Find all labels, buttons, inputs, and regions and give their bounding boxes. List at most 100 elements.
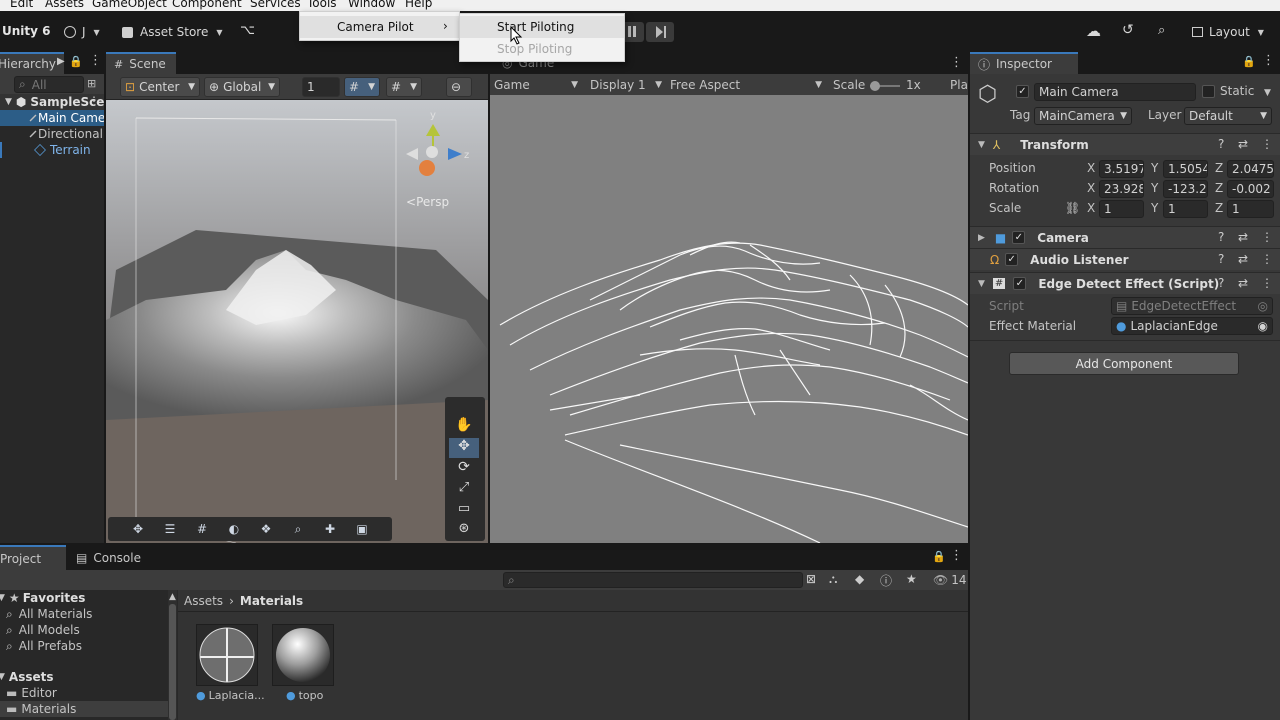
scale-y-field[interactable]: 1 — [1163, 200, 1208, 218]
breadcrumb-assets[interactable]: Assets — [184, 594, 223, 608]
assets-folder-row[interactable]: ▼ Assets — [0, 669, 168, 685]
version-control-icon[interactable]: ⌥ — [240, 23, 255, 38]
help-icon[interactable]: ? — [1218, 276, 1224, 290]
aspect-dropdown[interactable]: Free Aspect ▼ — [670, 76, 822, 93]
static-checkbox[interactable]: ✓ — [1202, 85, 1215, 98]
asset-topo-material[interactable]: ● topo — [272, 624, 334, 704]
position-x-field[interactable]: 3.51976 — [1099, 160, 1144, 178]
project-search-input[interactable]: ⌕ — [503, 572, 803, 588]
grid-icon[interactable]: # — [186, 522, 218, 536]
tag-icon[interactable]: ◆ — [855, 572, 864, 586]
move-icon[interactable]: ✥ — [122, 522, 154, 536]
scale-slider[interactable] — [870, 81, 900, 91]
active-checkbox[interactable]: ✓ — [1016, 85, 1029, 98]
rotate-tool-icon[interactable]: ⟳ — [449, 459, 479, 479]
asset-store-button[interactable]: Asset Store ▼ — [122, 23, 223, 41]
camera-component-header[interactable]: ▶ ■ ✓ Camera ? ⇄ ⋮ — [970, 226, 1280, 248]
snap-increment-input[interactable]: 1 — [302, 77, 340, 97]
tag-dropdown[interactable]: MainCamera ▼ — [1034, 107, 1132, 125]
asset-laplacian-material[interactable]: ● Laplacia... — [196, 624, 265, 704]
hidden-packages-toggle[interactable]: 👁 14 — [933, 573, 967, 587]
favorite-all-models[interactable]: ⌕ All Models — [0, 622, 168, 638]
menu-services[interactable]: Services — [250, 0, 301, 10]
display-dropdown[interactable]: Display 1 ▼ — [590, 76, 662, 93]
effect-material-field[interactable]: ● LaplacianEdge ◉ — [1111, 317, 1273, 335]
preset-icon[interactable]: ⇄ — [1238, 230, 1248, 244]
account-dropdown[interactable]: J ▼ — [64, 23, 100, 41]
menu-tools[interactable]: Tools — [307, 0, 337, 10]
breadcrumb-materials[interactable]: Materials — [240, 594, 303, 608]
star-icon[interactable]: ★ — [906, 572, 917, 586]
tab-project[interactable]: Project — [0, 545, 66, 570]
scale-tool-icon[interactable]: ⤢ — [449, 480, 479, 500]
tab-hierarchy[interactable]: Hierarchy — [0, 52, 64, 74]
audio-listener-enabled-checkbox[interactable]: ✓ — [1005, 253, 1019, 266]
transform-tool-icon[interactable]: ⊛ — [449, 521, 479, 541]
chevron-down-icon[interactable]: ▼ — [1264, 88, 1271, 98]
camera-enabled-checkbox[interactable]: ✓ — [1012, 231, 1026, 244]
grid-snapping-toggle[interactable]: # ▼ — [344, 77, 380, 97]
game-viewport[interactable] — [490, 95, 968, 543]
more-options-icon[interactable]: ⋮ — [1261, 230, 1273, 244]
folder-editor[interactable]: ▬ Editor — [0, 685, 168, 701]
tree-scrollbar[interactable]: ▲ — [168, 590, 177, 720]
hierarchy-item-main-camera[interactable]: Main Camera — [0, 110, 104, 126]
scale-z-field[interactable]: 1 — [1227, 200, 1274, 218]
step-button[interactable] — [646, 22, 674, 42]
search-icon[interactable]: ⌕ — [1158, 23, 1165, 38]
cloud-icon[interactable]: ☁ — [1086, 22, 1101, 40]
favorite-all-prefabs[interactable]: ⌕ All Prefabs — [0, 638, 168, 654]
more-options-icon[interactable]: ⋮ — [950, 548, 963, 563]
audio-listener-header[interactable]: Ω ✓ Audio Listener ? ⇄ ⋮ — [970, 248, 1280, 270]
rotation-y-field[interactable]: -123.23 — [1163, 180, 1208, 198]
scene-viewport[interactable]: y z <Persp ✋ ✥ ⟳ ⤢ ▭ ⊛ ✥ ☰ # ◐ ❖ ⌕ ✚ ▣ — [106, 100, 488, 543]
game-mode-dropdown[interactable]: Game ▼ — [494, 76, 578, 93]
lock-icon[interactable]: 🔒 — [1242, 55, 1256, 68]
scale-x-field[interactable]: 1 — [1099, 200, 1144, 218]
link-icon[interactable]: ⛓ — [1065, 201, 1080, 215]
favorites-row[interactable]: ▼ ★ Favorites — [0, 590, 168, 606]
menu-assets[interactable]: Assets — [45, 0, 84, 10]
menu-gameobject[interactable]: GameObject — [92, 0, 167, 10]
scene-row[interactable]: ▼ ⬢ SampleScene ⋮ — [0, 94, 104, 110]
tab-console[interactable]: ▤ Console — [68, 545, 148, 570]
object-name-input[interactable]: Main Camera — [1034, 83, 1196, 101]
rotation-x-field[interactable]: 23.928 — [1099, 180, 1144, 198]
history-icon[interactable]: ↺ — [1122, 22, 1134, 38]
grid-visibility-toggle[interactable]: # ▼ — [386, 77, 422, 97]
object-picker-icon[interactable]: ◉ — [1258, 319, 1268, 333]
menu-item-camera-pilot[interactable]: Camera Pilot › — [300, 16, 459, 38]
warning-filter-icon[interactable]: ⓘ — [880, 572, 892, 589]
pivot-mode-dropdown[interactable]: ⊡ Center ▼ — [120, 77, 200, 97]
script-enabled-checkbox[interactable]: ✓ — [1013, 277, 1027, 290]
position-y-field[interactable]: 1.5054 — [1163, 160, 1208, 178]
rotation-z-field[interactable]: -0.002 — [1227, 180, 1274, 198]
menu-item-start-piloting[interactable]: Start Piloting — [460, 16, 624, 38]
more-options-icon[interactable]: ⋮ — [1261, 276, 1273, 290]
menu-window[interactable]: Window — [348, 0, 395, 10]
more-options-icon[interactable]: ⋮ — [950, 55, 963, 70]
lock-icon[interactable]: 🔒 — [69, 55, 83, 68]
hierarchy-item-directional-light[interactable]: Directional Light — [0, 126, 104, 142]
zoom-icon[interactable]: ⌕ — [282, 522, 314, 537]
more-options-icon[interactable]: ⋮ — [1261, 137, 1273, 151]
hierarchy-item-terrain[interactable]: Terrain — [0, 142, 104, 158]
search-by-type-icon[interactable]: ⊠ — [806, 572, 816, 586]
menu-component[interactable]: Component — [172, 0, 242, 10]
more-options-icon[interactable]: ⋮ — [1262, 53, 1275, 68]
position-z-field[interactable]: 2.0475 — [1227, 160, 1274, 178]
align-icon[interactable]: ☰ — [154, 522, 186, 536]
move-tool-icon[interactable]: ✥ — [449, 438, 479, 458]
shading-icon[interactable]: ◐ — [218, 522, 250, 536]
persp-label[interactable]: <Persp — [406, 195, 449, 209]
view-options-button[interactable]: ⊖ — [446, 77, 472, 97]
edge-detect-header[interactable]: ▼ # ✓ Edge Detect Effect (Script) ? ⇄ ⋮ — [970, 272, 1280, 294]
menu-edit[interactable]: Edit — [10, 0, 33, 10]
scene-visibility-icon[interactable]: ⊞ — [87, 77, 96, 90]
lock-icon[interactable]: 🔒 — [932, 550, 946, 563]
center-icon[interactable]: ✚ — [314, 522, 346, 536]
tab-scene[interactable]: # Scene — [106, 52, 176, 74]
more-options-icon[interactable]: ⋮ — [1261, 252, 1273, 266]
favorite-all-materials[interactable]: ⌕ All Materials — [0, 606, 168, 622]
layout-dropdown[interactable]: Layout ▼ — [1192, 23, 1264, 41]
